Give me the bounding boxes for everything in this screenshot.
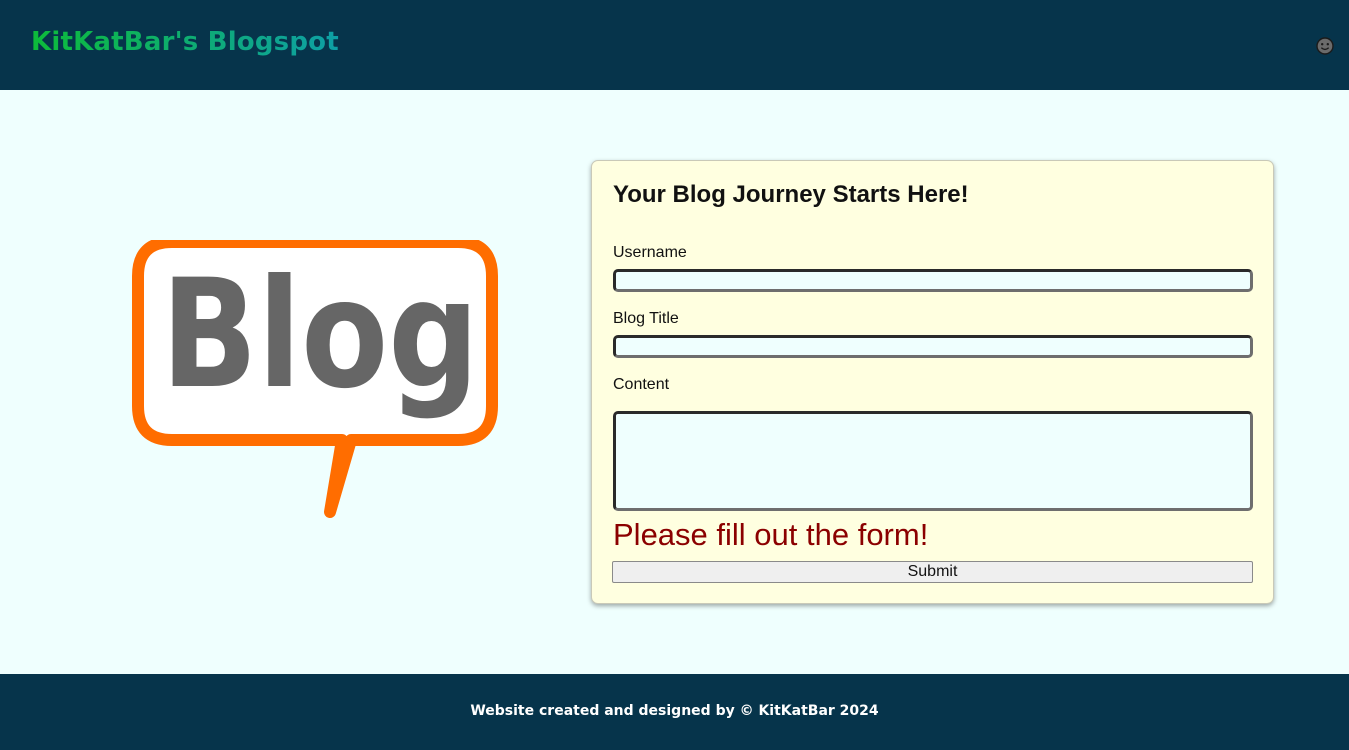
- blog-title-label: Blog Title: [613, 310, 679, 327]
- content-textarea[interactable]: [613, 411, 1253, 511]
- logo-text: Blog: [161, 248, 479, 422]
- submit-button[interactable]: Submit: [612, 561, 1253, 583]
- form-heading: Your Blog Journey Starts Here!: [613, 181, 969, 208]
- site-header: KitKatBar's Blogspot: [0, 0, 1349, 90]
- footer-credit: Website created and designed by © KitKat…: [470, 703, 879, 719]
- username-label: Username: [613, 244, 687, 261]
- site-title[interactable]: KitKatBar's Blogspot: [31, 27, 339, 57]
- main-content: Blog Your Blog Journey Starts Here! User…: [0, 90, 1349, 674]
- smiley-face-icon[interactable]: [1315, 36, 1335, 56]
- form-error-message: Please fill out the form!: [613, 517, 929, 552]
- content-label: Content: [613, 376, 670, 393]
- blog-form-card: Your Blog Journey Starts Here! Username …: [591, 160, 1274, 604]
- blog-logo: Blog: [120, 236, 512, 530]
- blog-title-input[interactable]: [613, 335, 1253, 358]
- site-footer: Website created and designed by © KitKat…: [0, 674, 1349, 750]
- username-input[interactable]: [613, 269, 1253, 292]
